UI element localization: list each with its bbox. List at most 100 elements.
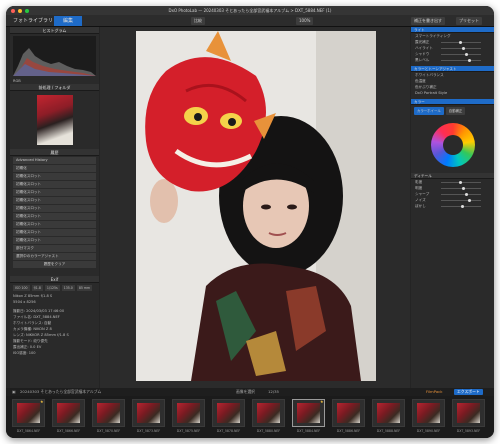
history-title: Advanced History — [13, 157, 96, 164]
auto-correct-button[interactable]: 自動補正 — [445, 107, 466, 115]
thumbnail-caption: DXT_5878.NEF — [216, 429, 241, 433]
compare-button[interactable]: 比較 — [191, 17, 205, 25]
slider-label: 露光補正 — [415, 40, 430, 44]
histogram-header[interactable]: ヒストグラム — [10, 27, 99, 34]
thumbnail-caption: DXT_5893.NEF — [456, 429, 481, 433]
history-item[interactable]: 初期化スロット — [13, 237, 96, 244]
filmstrip-thumbnail[interactable] — [92, 399, 125, 427]
exif-value: 135.0 — [61, 285, 75, 291]
slider-track[interactable] — [441, 40, 481, 44]
image-count: 12/35 — [268, 389, 279, 394]
thumbnail-rating[interactable]: ★ — [320, 399, 324, 404]
slider-track[interactable] — [441, 180, 481, 184]
history-item[interactable]: 初期化 — [13, 165, 96, 172]
slider-knob[interactable] — [468, 58, 471, 62]
exif-header[interactable]: Exif — [10, 276, 99, 283]
right-panel: ライト スマートライティング 露光補正 ハイライト シャドウ 黒レベル カラーとトーン… — [411, 27, 494, 388]
preview-thumbnail — [36, 95, 73, 145]
history-item[interactable]: 初期化スロット — [13, 205, 96, 212]
filmstrip-thumbnail[interactable] — [212, 399, 245, 427]
slider-track[interactable] — [441, 198, 481, 202]
metadata-list: 撮影日: 2024/03/03 17:46:00 ファイル名: DXT_5884.… — [10, 308, 99, 356]
filmpack-label[interactable]: FilmPack — [426, 388, 442, 396]
export-button[interactable]: エクスポート — [454, 389, 483, 395]
slider-knob[interactable] — [468, 198, 471, 202]
filmstrip-thumbnail[interactable] — [172, 399, 205, 427]
slider-knob[interactable] — [465, 52, 468, 56]
close-window-button[interactable] — [11, 8, 15, 13]
history-item[interactable]: 部分マスク — [13, 245, 96, 252]
export-settings-button[interactable]: 補正を書き出す — [411, 17, 445, 25]
thumbnail-image — [97, 403, 120, 423]
history-clear-button[interactable]: 履歴をクリア — [13, 261, 96, 268]
color-wheel-button[interactable]: カラーホイール — [414, 107, 444, 115]
slider-label: 彩度 — [415, 180, 423, 184]
slider-label: 黒レベル — [415, 58, 430, 62]
history-item[interactable]: 初期化スロット — [13, 229, 96, 236]
filmstrip-thumbnail[interactable] — [252, 399, 285, 427]
slider-track[interactable] — [441, 192, 481, 196]
histogram — [13, 36, 96, 76]
filmstrip-thumbnail[interactable] — [412, 399, 445, 427]
exif-value: 1/125s — [44, 285, 60, 291]
history-item[interactable]: 選択中のカラーアジャスト — [13, 253, 96, 260]
history-item[interactable]: 初期化スロット — [13, 181, 96, 188]
window-title: DxO PhotoLab — 20240303 そとあったら全部宮武福本アルブム… — [168, 8, 332, 13]
history-item[interactable]: 初期化スロット — [13, 189, 96, 196]
filmstrip-thumbnail[interactable] — [332, 399, 365, 427]
exif-value: 85 mm — [76, 285, 93, 291]
thumbnail-caption: DXT_5880.NEF — [256, 429, 281, 433]
filmstrip-thumbnail[interactable] — [52, 399, 85, 427]
filmstrip-thumbnail[interactable] — [132, 399, 165, 427]
thumbnail-rating[interactable]: ★ — [40, 399, 44, 404]
folder-path[interactable]: 20240303 そとあったら全部宮武福本アルブム — [20, 388, 101, 396]
tab-edit[interactable]: 編集 — [54, 16, 82, 26]
slider-knob[interactable] — [465, 192, 468, 196]
tab-library[interactable]: フォトライブラリ — [9, 16, 57, 26]
thumbnail-caption: DXT_5873.NEF — [136, 429, 161, 433]
slider-knob[interactable] — [459, 180, 462, 184]
slider-track[interactable] — [441, 204, 481, 208]
slider-track[interactable] — [441, 58, 481, 62]
slider-label: ぼかし — [415, 204, 426, 208]
detail-sliders: 彩度 明度 シャープ ノイズ ぼかし — [411, 179, 494, 209]
thumbnail-caption: DXT_5864.NEF — [16, 429, 41, 433]
selection-mode[interactable]: 画像を選択 — [236, 388, 255, 396]
projects-header[interactable]: 前処理 / フォルダ — [10, 84, 99, 91]
slider-track[interactable] — [441, 46, 481, 50]
history-item[interactable]: 初期化スロット — [13, 197, 96, 204]
history-header[interactable]: 履歴 — [10, 149, 99, 156]
slider-knob[interactable] — [459, 40, 462, 44]
slider-label: ハイライト — [415, 46, 433, 50]
exif-value: ISO 100 — [13, 285, 30, 291]
filmstrip-thumbnail[interactable] — [452, 399, 485, 427]
history-item[interactable]: 初期化スロット — [13, 173, 96, 180]
thumbnail-image — [377, 403, 400, 423]
history-item[interactable]: 初期化スロット — [13, 213, 96, 220]
color-wheel[interactable] — [430, 123, 475, 167]
slider-row[interactable]: 黒レベル — [411, 57, 494, 63]
slider-row[interactable]: ぼかし — [411, 203, 494, 209]
zoom-select[interactable]: 100% — [296, 17, 314, 25]
slider-label: ノイズ — [415, 198, 426, 202]
thumbnail-image — [417, 403, 440, 423]
history-item[interactable]: 初期化スロット — [13, 221, 96, 228]
presets-button[interactable]: プリセット — [456, 17, 482, 25]
slider-track[interactable] — [441, 186, 481, 190]
filmstrip-thumbnail[interactable] — [372, 399, 405, 427]
title-bar: DxO PhotoLab — 20240303 そとあったら全部宮武福本アルブム… — [6, 6, 494, 15]
slider-knob[interactable] — [461, 204, 464, 208]
image-viewer[interactable] — [100, 27, 410, 388]
zoom-window-button[interactable] — [25, 8, 29, 13]
slider-knob[interactable] — [462, 186, 465, 190]
profile-select[interactable]: DxO Portrait Style — [411, 90, 494, 96]
main-photo[interactable] — [136, 31, 376, 381]
slider-track[interactable] — [441, 52, 481, 56]
minimize-window-button[interactable] — [18, 8, 22, 13]
thumbnail-caption: DXT_5890.NEF — [416, 429, 441, 433]
slider-knob[interactable] — [462, 46, 465, 50]
left-panel: ヒストグラム RGB 前処理 / フォルダ 履歴 Advanced Histor… — [10, 27, 99, 388]
history-list: 初期化 初期化スロット 初期化スロット 初期化スロット 初期化スロット 初期化スロット 初期… — [10, 165, 99, 260]
photo-image — [136, 31, 376, 381]
metadata-row: ISO感度: 100 — [13, 351, 36, 355]
